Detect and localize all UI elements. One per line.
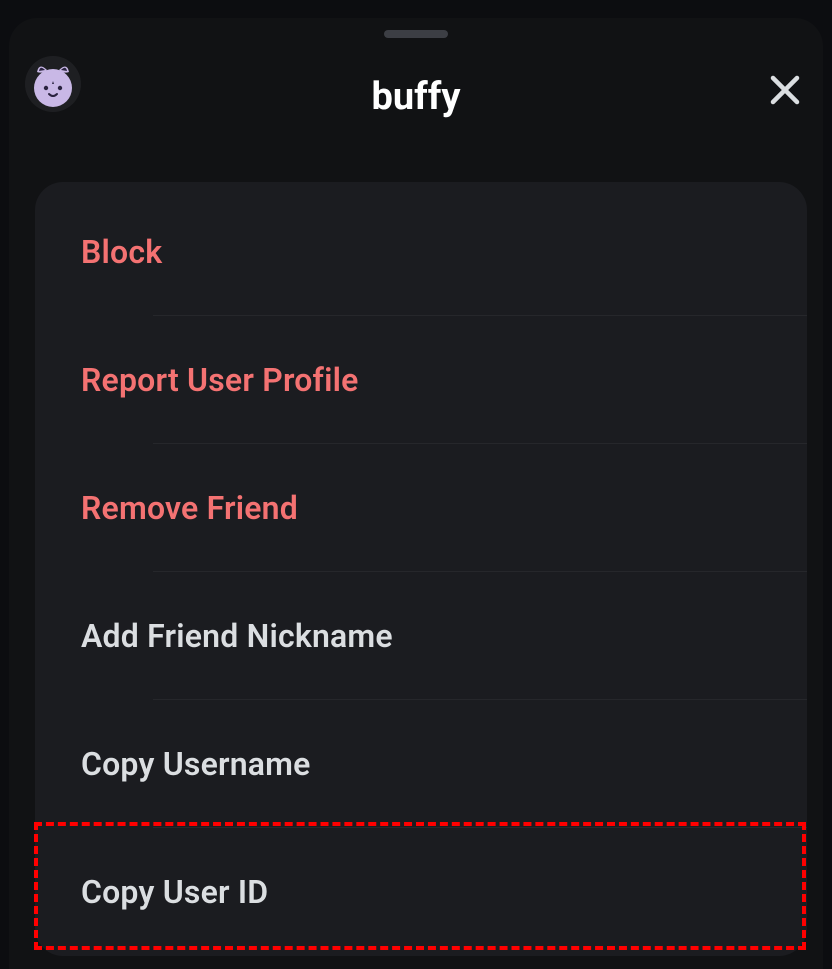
menu-item-add-friend-nickname[interactable]: Add Friend Nickname bbox=[35, 572, 807, 700]
menu-item-label: Copy Username bbox=[81, 745, 311, 783]
menu-item-copy-username[interactable]: Copy Username bbox=[35, 700, 807, 828]
close-button[interactable] bbox=[761, 66, 809, 114]
menu-item-block[interactable]: Block bbox=[35, 188, 807, 316]
sheet-header: buffy bbox=[9, 18, 823, 158]
bottom-sheet: buffy Block Report User Profile Remove F… bbox=[9, 18, 823, 969]
menu-item-label: Remove Friend bbox=[81, 489, 298, 527]
actions-panel: Block Report User Profile Remove Friend … bbox=[35, 182, 807, 956]
menu-item-copy-user-id[interactable]: Copy User ID bbox=[35, 828, 807, 956]
menu-item-label: Add Friend Nickname bbox=[81, 617, 393, 655]
menu-item-remove-friend[interactable]: Remove Friend bbox=[35, 444, 807, 572]
sheet-title: buffy bbox=[372, 75, 461, 119]
menu-item-report-user-profile[interactable]: Report User Profile bbox=[35, 316, 807, 444]
close-icon bbox=[767, 72, 803, 108]
menu-item-label: Report User Profile bbox=[81, 361, 359, 399]
menu-item-label: Block bbox=[81, 233, 162, 271]
avatar[interactable] bbox=[25, 56, 81, 112]
menu-item-label: Copy User ID bbox=[81, 873, 268, 911]
avatar-icon bbox=[25, 56, 81, 112]
